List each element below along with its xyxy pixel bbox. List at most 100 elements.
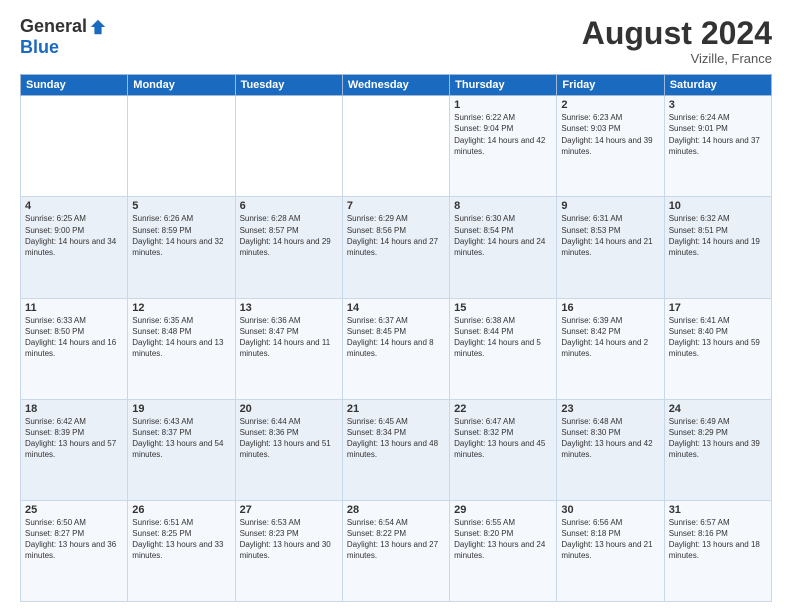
header-monday: Monday bbox=[128, 75, 235, 96]
table-row: 8Sunrise: 6:30 AMSunset: 8:54 PMDaylight… bbox=[450, 197, 557, 298]
calendar-body: 1Sunrise: 6:22 AMSunset: 9:04 PMDaylight… bbox=[21, 96, 772, 602]
table-row: 14Sunrise: 6:37 AMSunset: 8:45 PMDayligh… bbox=[342, 298, 449, 399]
day-info: Sunrise: 6:33 AMSunset: 8:50 PMDaylight:… bbox=[25, 315, 123, 360]
day-number: 18 bbox=[25, 403, 123, 415]
table-row bbox=[342, 96, 449, 197]
table-row: 4Sunrise: 6:25 AMSunset: 9:00 PMDaylight… bbox=[21, 197, 128, 298]
table-row: 28Sunrise: 6:54 AMSunset: 8:22 PMDayligh… bbox=[342, 500, 449, 601]
table-row: 23Sunrise: 6:48 AMSunset: 8:30 PMDayligh… bbox=[557, 399, 664, 500]
day-info: Sunrise: 6:37 AMSunset: 8:45 PMDaylight:… bbox=[347, 315, 445, 360]
day-number: 4 bbox=[25, 200, 123, 212]
day-info: Sunrise: 6:29 AMSunset: 8:56 PMDaylight:… bbox=[347, 213, 445, 258]
table-row: 20Sunrise: 6:44 AMSunset: 8:36 PMDayligh… bbox=[235, 399, 342, 500]
day-number: 12 bbox=[132, 302, 230, 314]
day-info: Sunrise: 6:24 AMSunset: 9:01 PMDaylight:… bbox=[669, 112, 767, 157]
day-number: 25 bbox=[25, 504, 123, 516]
day-info: Sunrise: 6:43 AMSunset: 8:37 PMDaylight:… bbox=[132, 416, 230, 461]
table-row: 26Sunrise: 6:51 AMSunset: 8:25 PMDayligh… bbox=[128, 500, 235, 601]
day-number: 19 bbox=[132, 403, 230, 415]
table-row: 9Sunrise: 6:31 AMSunset: 8:53 PMDaylight… bbox=[557, 197, 664, 298]
day-info: Sunrise: 6:28 AMSunset: 8:57 PMDaylight:… bbox=[240, 213, 338, 258]
day-info: Sunrise: 6:39 AMSunset: 8:42 PMDaylight:… bbox=[561, 315, 659, 360]
header-right: August 2024 Vizille, France bbox=[582, 16, 772, 66]
day-info: Sunrise: 6:36 AMSunset: 8:47 PMDaylight:… bbox=[240, 315, 338, 360]
table-row: 17Sunrise: 6:41 AMSunset: 8:40 PMDayligh… bbox=[664, 298, 771, 399]
day-number: 22 bbox=[454, 403, 552, 415]
day-number: 8 bbox=[454, 200, 552, 212]
day-number: 15 bbox=[454, 302, 552, 314]
month-title: August 2024 bbox=[582, 16, 772, 51]
header-friday: Friday bbox=[557, 75, 664, 96]
day-info: Sunrise: 6:31 AMSunset: 8:53 PMDaylight:… bbox=[561, 213, 659, 258]
day-info: Sunrise: 6:44 AMSunset: 8:36 PMDaylight:… bbox=[240, 416, 338, 461]
day-info: Sunrise: 6:49 AMSunset: 8:29 PMDaylight:… bbox=[669, 416, 767, 461]
day-info: Sunrise: 6:53 AMSunset: 8:23 PMDaylight:… bbox=[240, 517, 338, 562]
day-info: Sunrise: 6:57 AMSunset: 8:16 PMDaylight:… bbox=[669, 517, 767, 562]
header-wednesday: Wednesday bbox=[342, 75, 449, 96]
table-row bbox=[21, 96, 128, 197]
day-number: 29 bbox=[454, 504, 552, 516]
day-number: 6 bbox=[240, 200, 338, 212]
table-row: 15Sunrise: 6:38 AMSunset: 8:44 PMDayligh… bbox=[450, 298, 557, 399]
day-number: 10 bbox=[669, 200, 767, 212]
day-number: 3 bbox=[669, 99, 767, 111]
table-row: 22Sunrise: 6:47 AMSunset: 8:32 PMDayligh… bbox=[450, 399, 557, 500]
week-row-0: 1Sunrise: 6:22 AMSunset: 9:04 PMDaylight… bbox=[21, 96, 772, 197]
page: General Blue August 2024 Vizille, France… bbox=[0, 0, 792, 612]
table-row: 5Sunrise: 6:26 AMSunset: 8:59 PMDaylight… bbox=[128, 197, 235, 298]
table-row: 16Sunrise: 6:39 AMSunset: 8:42 PMDayligh… bbox=[557, 298, 664, 399]
day-info: Sunrise: 6:42 AMSunset: 8:39 PMDaylight:… bbox=[25, 416, 123, 461]
day-number: 27 bbox=[240, 504, 338, 516]
day-info: Sunrise: 6:55 AMSunset: 8:20 PMDaylight:… bbox=[454, 517, 552, 562]
table-row: 29Sunrise: 6:55 AMSunset: 8:20 PMDayligh… bbox=[450, 500, 557, 601]
logo: General Blue bbox=[20, 16, 107, 58]
table-row: 12Sunrise: 6:35 AMSunset: 8:48 PMDayligh… bbox=[128, 298, 235, 399]
logo-icon bbox=[89, 18, 107, 36]
table-row: 11Sunrise: 6:33 AMSunset: 8:50 PMDayligh… bbox=[21, 298, 128, 399]
day-number: 17 bbox=[669, 302, 767, 314]
table-row: 24Sunrise: 6:49 AMSunset: 8:29 PMDayligh… bbox=[664, 399, 771, 500]
table-row: 13Sunrise: 6:36 AMSunset: 8:47 PMDayligh… bbox=[235, 298, 342, 399]
week-row-1: 4Sunrise: 6:25 AMSunset: 9:00 PMDaylight… bbox=[21, 197, 772, 298]
day-info: Sunrise: 6:35 AMSunset: 8:48 PMDaylight:… bbox=[132, 315, 230, 360]
day-info: Sunrise: 6:26 AMSunset: 8:59 PMDaylight:… bbox=[132, 213, 230, 258]
day-number: 5 bbox=[132, 200, 230, 212]
table-row: 31Sunrise: 6:57 AMSunset: 8:16 PMDayligh… bbox=[664, 500, 771, 601]
logo-general-text: General bbox=[20, 16, 87, 37]
day-number: 23 bbox=[561, 403, 659, 415]
day-info: Sunrise: 6:22 AMSunset: 9:04 PMDaylight:… bbox=[454, 112, 552, 157]
table-row: 19Sunrise: 6:43 AMSunset: 8:37 PMDayligh… bbox=[128, 399, 235, 500]
day-info: Sunrise: 6:48 AMSunset: 8:30 PMDaylight:… bbox=[561, 416, 659, 461]
day-number: 2 bbox=[561, 99, 659, 111]
day-number: 9 bbox=[561, 200, 659, 212]
day-number: 31 bbox=[669, 504, 767, 516]
day-number: 30 bbox=[561, 504, 659, 516]
header: General Blue August 2024 Vizille, France bbox=[20, 16, 772, 66]
week-row-2: 11Sunrise: 6:33 AMSunset: 8:50 PMDayligh… bbox=[21, 298, 772, 399]
table-row: 3Sunrise: 6:24 AMSunset: 9:01 PMDaylight… bbox=[664, 96, 771, 197]
day-info: Sunrise: 6:41 AMSunset: 8:40 PMDaylight:… bbox=[669, 315, 767, 360]
week-row-4: 25Sunrise: 6:50 AMSunset: 8:27 PMDayligh… bbox=[21, 500, 772, 601]
day-number: 13 bbox=[240, 302, 338, 314]
table-row: 25Sunrise: 6:50 AMSunset: 8:27 PMDayligh… bbox=[21, 500, 128, 601]
day-info: Sunrise: 6:51 AMSunset: 8:25 PMDaylight:… bbox=[132, 517, 230, 562]
header-saturday: Saturday bbox=[664, 75, 771, 96]
day-number: 28 bbox=[347, 504, 445, 516]
day-number: 24 bbox=[669, 403, 767, 415]
table-row: 18Sunrise: 6:42 AMSunset: 8:39 PMDayligh… bbox=[21, 399, 128, 500]
header-thursday: Thursday bbox=[450, 75, 557, 96]
day-number: 11 bbox=[25, 302, 123, 314]
day-number: 26 bbox=[132, 504, 230, 516]
table-row: 27Sunrise: 6:53 AMSunset: 8:23 PMDayligh… bbox=[235, 500, 342, 601]
table-row: 6Sunrise: 6:28 AMSunset: 8:57 PMDaylight… bbox=[235, 197, 342, 298]
day-info: Sunrise: 6:25 AMSunset: 9:00 PMDaylight:… bbox=[25, 213, 123, 258]
day-info: Sunrise: 6:50 AMSunset: 8:27 PMDaylight:… bbox=[25, 517, 123, 562]
location: Vizille, France bbox=[582, 51, 772, 66]
logo-blue-text: Blue bbox=[20, 37, 59, 58]
calendar: Sunday Monday Tuesday Wednesday Thursday… bbox=[20, 74, 772, 602]
day-number: 14 bbox=[347, 302, 445, 314]
header-tuesday: Tuesday bbox=[235, 75, 342, 96]
day-info: Sunrise: 6:47 AMSunset: 8:32 PMDaylight:… bbox=[454, 416, 552, 461]
header-sunday: Sunday bbox=[21, 75, 128, 96]
table-row: 30Sunrise: 6:56 AMSunset: 8:18 PMDayligh… bbox=[557, 500, 664, 601]
